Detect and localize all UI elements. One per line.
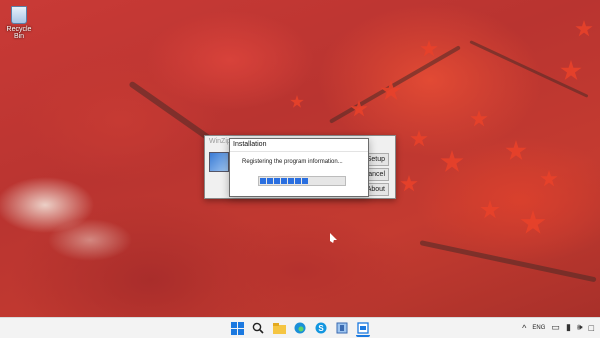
recycle-bin-label: Recycle Bin [6,26,32,40]
leaf [470,110,488,127]
show-hidden-icons-chevron-icon[interactable]: ^ [522,323,526,333]
leaf [575,20,593,37]
search-icon[interactable] [251,321,265,335]
recycle-bin-icon [11,6,27,24]
progress-segment [267,178,273,184]
battery-icon[interactable]: ▮ [566,322,571,333]
skype-icon[interactable]: S [314,321,328,335]
progress-segment [288,178,294,184]
leaf [440,150,464,172]
leaf [505,140,527,161]
input-language[interactable]: ENG [532,325,545,331]
progress-segment [302,178,308,184]
edge-icon[interactable] [293,321,307,335]
svg-text:S: S [318,324,324,333]
installation-window-icon[interactable] [356,321,370,337]
leaf [290,95,304,108]
notification-icon[interactable]: □ [589,323,594,333]
volume-icon[interactable]: 🕪 [577,322,583,333]
installation-dialog: Installation Registering the program inf… [229,138,369,197]
progress-segment [260,178,266,184]
leaf [480,200,500,219]
leaf [410,130,428,147]
leaf [560,60,582,81]
progress-segment [274,178,280,184]
progress-fill [260,178,344,184]
leaf [540,170,558,187]
windows-start-icon[interactable] [230,321,244,335]
system-tray: ^ ENG ▭ ▮ 🕪 □ [522,322,594,333]
installation-message: Registering the program information... [242,159,343,165]
leaf [520,210,546,234]
branch [329,45,461,124]
file-explorer-icon[interactable] [272,321,286,335]
progress-segment [295,178,301,184]
taskbar-pinned-apps: S [230,321,370,337]
recycle-bin-desktop-icon[interactable]: Recycle Bin [3,6,35,40]
leaf [400,175,418,192]
leaf [420,40,438,57]
winzip-setup-icon[interactable] [335,321,349,335]
branch [419,240,597,283]
taskbar: S ^ ENG ▭ ▮ 🕪 □ [0,317,600,338]
progress-segment [281,178,287,184]
winzip-product-icon [209,152,229,172]
monitor-icon[interactable]: ▭ [551,322,560,333]
installation-title: Installation [230,139,368,152]
installation-progress-bar [258,176,346,186]
